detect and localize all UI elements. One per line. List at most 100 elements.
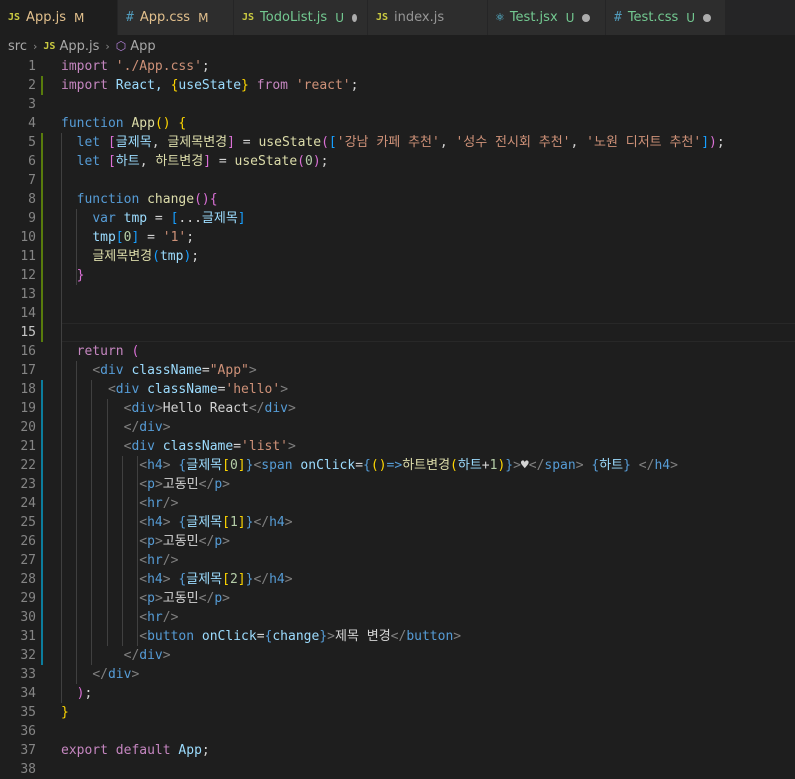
- git-change-marker[interactable]: [41, 190, 43, 209]
- code-line[interactable]: 26 <p>고동민</p>: [0, 532, 795, 551]
- code-text: <button onClick={change}>제목 변경</button>: [61, 627, 461, 646]
- code-line[interactable]: 2 import React, {useState} from 'react';: [0, 76, 795, 95]
- code-token: ,: [151, 135, 168, 150]
- code-line[interactable]: 38: [0, 760, 795, 779]
- code-line[interactable]: 33 </div>: [0, 665, 795, 684]
- git-change-marker[interactable]: [41, 494, 43, 513]
- code-line[interactable]: 30 <hr/>: [0, 608, 795, 627]
- code-line[interactable]: 36: [0, 722, 795, 741]
- git-change-marker[interactable]: [41, 418, 43, 437]
- code-line[interactable]: 1 import './App.css';: [0, 57, 795, 76]
- code-token: ;: [84, 686, 93, 701]
- code-token: 하트: [599, 458, 624, 473]
- code-line[interactable]: 18 <div className='hello'>: [0, 380, 795, 399]
- git-change-marker[interactable]: [41, 570, 43, 589]
- code-line[interactable]: 11 글제목변경(tmp);: [0, 247, 795, 266]
- git-change-marker[interactable]: [41, 228, 43, 247]
- tab-label: Test.css: [627, 10, 679, 25]
- code-line[interactable]: 28 <h4> {글제목[2]}</h4>: [0, 570, 795, 589]
- code-line[interactable]: 15: [0, 323, 795, 342]
- git-change-marker[interactable]: [41, 247, 43, 266]
- code-line[interactable]: 35}: [0, 703, 795, 722]
- git-change-marker[interactable]: [41, 589, 43, 608]
- git-change-marker[interactable]: [41, 513, 43, 532]
- code-line[interactable]: 34 );: [0, 684, 795, 703]
- tab-app-js[interactable]: JS App.js M: [0, 0, 118, 35]
- code-token: >: [222, 591, 230, 606]
- code-line[interactable]: 4 function App() {: [0, 114, 795, 133]
- code-line[interactable]: 31 <button onClick={change}>제목 변경</butto…: [0, 627, 795, 646]
- tab-test-css[interactable]: # Test.css U: [606, 0, 726, 35]
- code-token: >: [154, 477, 163, 492]
- git-change-marker[interactable]: [41, 266, 43, 285]
- tab-test-jsx[interactable]: ⚛ Test.jsx U: [488, 0, 606, 35]
- git-change-marker[interactable]: [41, 380, 43, 399]
- git-change-marker[interactable]: [41, 285, 43, 304]
- code-line[interactable]: 22 <h4> {글제목[0]}<span onClick={()=>하트변경(…: [0, 456, 795, 475]
- git-change-marker[interactable]: [41, 133, 43, 152]
- code-line[interactable]: 32 </div>: [0, 646, 795, 665]
- code-token: h4: [147, 515, 163, 530]
- git-change-marker[interactable]: [41, 399, 43, 418]
- code-line[interactable]: 13: [0, 285, 795, 304]
- unsaved-dot-icon[interactable]: [703, 13, 712, 22]
- git-change-marker[interactable]: [41, 646, 43, 665]
- git-change-marker[interactable]: [41, 323, 43, 342]
- git-change-marker[interactable]: [41, 456, 43, 475]
- tab-todolist-js[interactable]: JS TodoList.js U: [234, 0, 368, 35]
- code-line[interactable]: 12 }: [0, 266, 795, 285]
- line-number: 16: [20, 344, 36, 359]
- git-change-marker[interactable]: [41, 627, 43, 646]
- code-line[interactable]: 21 <div className='list'>: [0, 437, 795, 456]
- code-editor[interactable]: 1 import './App.css'; 2 import React, {useS…: [0, 57, 795, 777]
- code-token: >: [284, 572, 293, 587]
- code-line[interactable]: 14: [0, 304, 795, 323]
- code-token: change: [272, 629, 320, 644]
- code-line[interactable]: 6 let [하트, 하트변경] = useState(0);: [0, 152, 795, 171]
- code-line[interactable]: 27 <hr/>: [0, 551, 795, 570]
- git-change-marker[interactable]: [41, 532, 43, 551]
- code-line[interactable]: 37 export default App;: [0, 741, 795, 760]
- code-line[interactable]: 24 <hr/>: [0, 494, 795, 513]
- code-token: 글제목: [186, 515, 223, 530]
- code-token: ]: [227, 135, 235, 150]
- code-line[interactable]: 16 return (: [0, 342, 795, 361]
- unsaved-dot-icon[interactable]: [351, 13, 357, 22]
- code-line[interactable]: 23 <p>고동민</p>: [0, 475, 795, 494]
- breadcrumb-file[interactable]: App.js: [59, 39, 99, 54]
- code-token: ;: [201, 743, 210, 758]
- line-number: 2: [28, 78, 36, 93]
- code-line[interactable]: 8 function change(){: [0, 190, 795, 209]
- git-change-marker[interactable]: [41, 437, 43, 456]
- git-change-marker[interactable]: [41, 76, 43, 95]
- code-line[interactable]: 9 var tmp = [...글제목]: [0, 209, 795, 228]
- git-change-marker[interactable]: [41, 171, 43, 190]
- code-line[interactable]: 25 <h4> {글제목[1]}</h4>: [0, 513, 795, 532]
- code-line[interactable]: 10 tmp[0] = '1';: [0, 228, 795, 247]
- git-change-marker[interactable]: [41, 304, 43, 323]
- git-change-marker[interactable]: [41, 152, 43, 171]
- code-line[interactable]: 3: [0, 95, 795, 114]
- code-token: onClick: [201, 629, 257, 644]
- code-line[interactable]: 29 <p>고동민</p>: [0, 589, 795, 608]
- code-token: <: [139, 572, 148, 587]
- code-token: tmp: [123, 211, 148, 226]
- git-change-marker[interactable]: [41, 209, 43, 228]
- tab-app-css[interactable]: # App.css M: [118, 0, 234, 35]
- git-change-marker[interactable]: [41, 551, 43, 570]
- breadcrumb-symbol[interactable]: App: [130, 39, 155, 54]
- git-change-marker[interactable]: [41, 608, 43, 627]
- unsaved-dot-icon[interactable]: [582, 13, 591, 22]
- tab-index-js[interactable]: JS index.js: [368, 0, 488, 35]
- line-number: 3: [28, 97, 36, 112]
- code-line[interactable]: 19 <div>Hello React</div>: [0, 399, 795, 418]
- code-token: >: [280, 382, 289, 397]
- breadcrumb-folder[interactable]: src: [8, 39, 27, 54]
- line-number: 11: [20, 249, 36, 264]
- code-line[interactable]: 17 <div className="App">: [0, 361, 795, 380]
- git-change-marker[interactable]: [41, 475, 43, 494]
- code-line[interactable]: 5 let [글제목, 글제목변경] = useState(['강남 카페 추천…: [0, 133, 795, 152]
- code-line[interactable]: 20 </div>: [0, 418, 795, 437]
- code-token: [: [222, 458, 230, 473]
- code-line[interactable]: 7: [0, 171, 795, 190]
